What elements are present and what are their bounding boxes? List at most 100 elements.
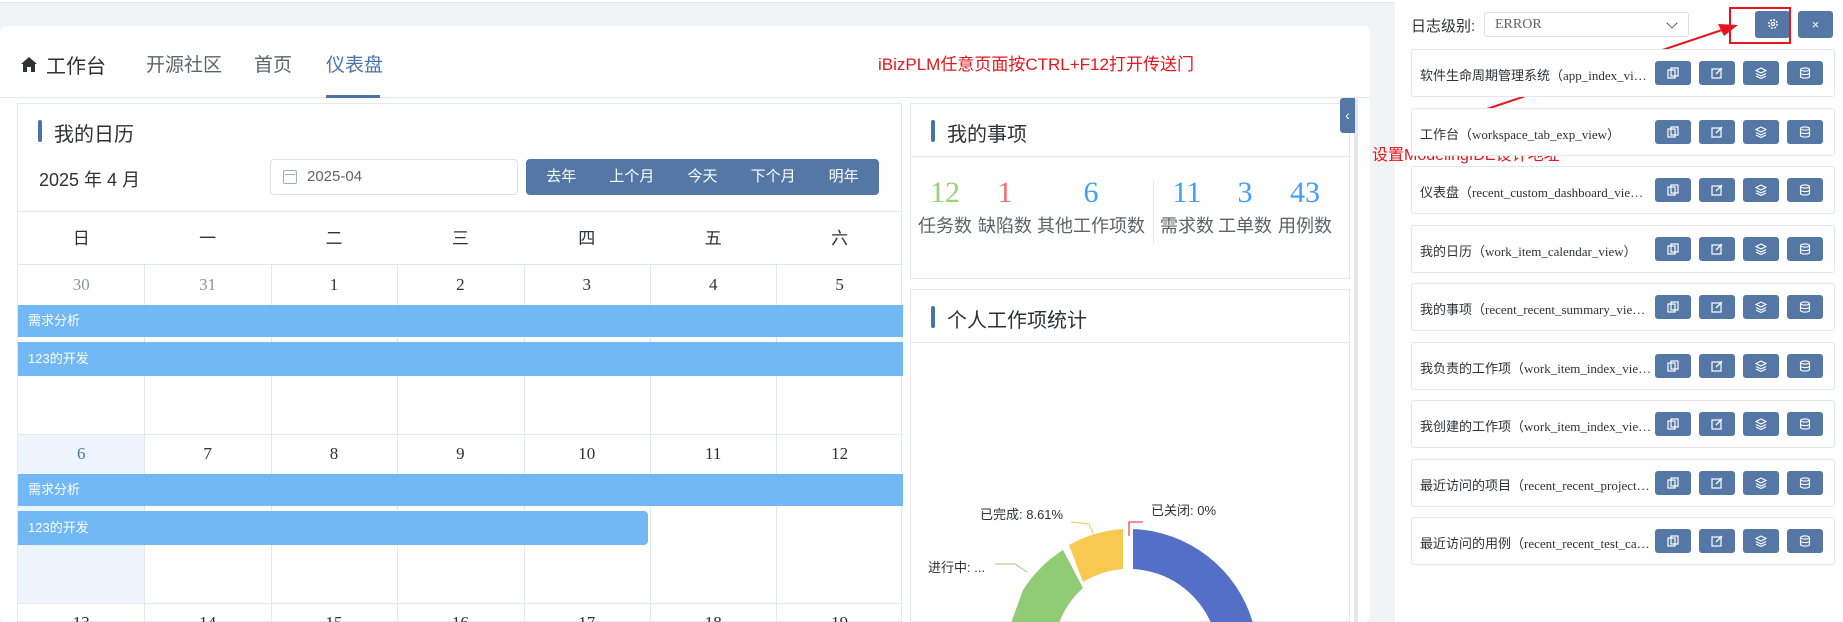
event-bar[interactable]: 需求分析: [18, 474, 903, 506]
edit-button[interactable]: [1699, 236, 1735, 261]
stat-task[interactable]: 12 任务数: [915, 176, 975, 244]
day-cell[interactable]: 5: [776, 275, 902, 295]
log-level-select[interactable]: ERROR: [1484, 12, 1689, 37]
day-cell[interactable]: 7: [144, 444, 270, 464]
tab-workbench-label: 工作台: [46, 56, 106, 78]
stat-label: 需求数: [1160, 216, 1214, 236]
prev-year-button[interactable]: 去年: [526, 159, 597, 195]
view-row-label: 最近访问的项目（recent_recent_project_view）: [1420, 477, 1652, 493]
day-cell[interactable]: 15: [271, 613, 397, 622]
day-cell[interactable]: 13: [18, 613, 144, 622]
copy-button[interactable]: [1655, 236, 1691, 261]
day-cell[interactable]: 19: [776, 613, 902, 622]
database-button[interactable]: [1787, 353, 1823, 378]
month-picker[interactable]: 2025-04: [270, 159, 518, 195]
layers-button[interactable]: [1743, 61, 1779, 85]
event-bar[interactable]: 123的开发: [18, 342, 903, 376]
day-cell[interactable]: 11: [650, 444, 776, 464]
calendar-icon: [283, 170, 297, 184]
next-month-button[interactable]: 下个月: [738, 159, 809, 195]
day-cell[interactable]: 3: [524, 275, 650, 295]
day-cell[interactable]: 1: [271, 275, 397, 295]
database-icon: [1799, 301, 1811, 313]
day-cell[interactable]: 6: [18, 444, 144, 464]
database-button[interactable]: [1787, 412, 1823, 436]
edit-button[interactable]: [1699, 470, 1735, 495]
database-button[interactable]: [1787, 470, 1823, 495]
slice-completed[interactable]: [1069, 529, 1123, 582]
stat-testcase[interactable]: 43 用例数: [1276, 176, 1334, 244]
copy-button[interactable]: [1655, 470, 1691, 495]
copy-button[interactable]: [1655, 295, 1691, 319]
day-cell[interactable]: 31: [144, 275, 270, 295]
layers-button[interactable]: [1743, 236, 1779, 261]
slice-closed[interactable]: [1133, 529, 1253, 622]
database-button[interactable]: [1787, 236, 1823, 261]
edit-button[interactable]: [1699, 412, 1735, 436]
prev-month-button[interactable]: 上个月: [597, 159, 668, 195]
edit-button[interactable]: [1699, 529, 1735, 553]
next-year-button[interactable]: 明年: [808, 159, 879, 195]
copy-button[interactable]: [1655, 529, 1691, 553]
tab-dashboard[interactable]: 仪表盘: [326, 50, 383, 77]
day-cell[interactable]: 16: [397, 613, 523, 622]
day-cell[interactable]: 14: [144, 613, 270, 622]
layers-button[interactable]: [1743, 412, 1779, 436]
day-cell[interactable]: 9: [397, 444, 523, 464]
vertical-scrollbar[interactable]: [1354, 99, 1358, 622]
day-cell[interactable]: 2: [397, 275, 523, 295]
tab-workbench[interactable]: 工作台: [20, 50, 106, 79]
day-cell[interactable]: 10: [524, 444, 650, 464]
today-button[interactable]: 今天: [667, 159, 738, 195]
edit-button[interactable]: [1699, 61, 1735, 85]
edit-icon: [1711, 301, 1723, 313]
tab-homepage[interactable]: 首页: [254, 50, 292, 77]
day-cell[interactable]: 12: [776, 444, 902, 464]
layers-button[interactable]: [1743, 295, 1779, 319]
database-button[interactable]: [1787, 178, 1823, 202]
layers-button[interactable]: [1743, 119, 1779, 144]
database-button[interactable]: [1787, 119, 1823, 144]
layers-button[interactable]: [1743, 470, 1779, 495]
day-cell[interactable]: 4: [650, 275, 776, 295]
my-items-title: 我的事项: [931, 118, 1027, 147]
view-row: 我负责的工作项（work_item_index_view）: [1411, 341, 1835, 390]
copy-icon: [1667, 184, 1679, 196]
layers-button[interactable]: [1743, 178, 1779, 202]
copy-button[interactable]: [1655, 61, 1691, 85]
event-bar[interactable]: 123的开发: [18, 511, 648, 545]
label-completed: 已完成: 8.61%: [980, 507, 1064, 522]
layers-button[interactable]: [1743, 353, 1779, 378]
grid-line: [18, 603, 903, 604]
copy-button[interactable]: [1655, 412, 1691, 436]
day-cell[interactable]: 18: [650, 613, 776, 622]
edit-icon: [1711, 184, 1723, 196]
edit-button[interactable]: [1699, 295, 1735, 319]
day-cell[interactable]: 8: [271, 444, 397, 464]
database-button[interactable]: [1787, 61, 1823, 85]
stat-value: 12: [930, 176, 960, 209]
day-cell[interactable]: 30: [18, 275, 144, 295]
stat-requirement[interactable]: 11 需求数: [1160, 176, 1214, 244]
stat-ticket[interactable]: 3 工单数: [1214, 176, 1276, 244]
collapse-panel-button[interactable]: ‹: [1340, 98, 1355, 133]
edit-button[interactable]: [1699, 178, 1735, 202]
stat-other[interactable]: 6 其他工作项数: [1035, 176, 1147, 244]
close-button[interactable]: ×: [1798, 11, 1833, 38]
weekday-header: 五: [650, 212, 777, 265]
stack-icon: [1755, 125, 1767, 138]
edit-button[interactable]: [1699, 353, 1735, 378]
layers-button[interactable]: [1743, 529, 1779, 553]
copy-icon: [1667, 67, 1679, 79]
copy-button[interactable]: [1655, 353, 1691, 378]
day-cell[interactable]: 17: [524, 613, 650, 622]
edit-button[interactable]: [1699, 119, 1735, 144]
database-button[interactable]: [1787, 529, 1823, 553]
tab-open-source[interactable]: 开源社区: [146, 50, 222, 77]
slice-in-progress[interactable]: [1011, 550, 1083, 622]
copy-button[interactable]: [1655, 178, 1691, 202]
copy-button[interactable]: [1655, 119, 1691, 144]
database-button[interactable]: [1787, 295, 1823, 319]
event-bar[interactable]: 需求分析: [18, 305, 903, 337]
stat-bug[interactable]: 1 缺陷数: [975, 176, 1035, 244]
